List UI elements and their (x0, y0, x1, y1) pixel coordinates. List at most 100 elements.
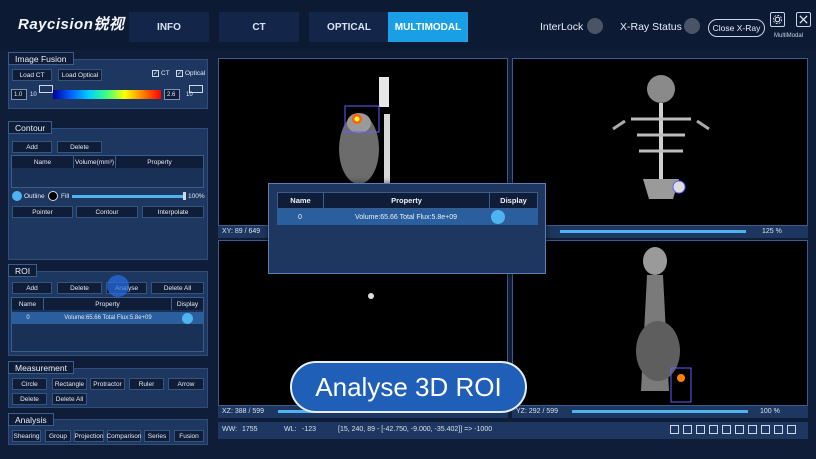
xray-status-indicator (684, 18, 700, 34)
arrow-tool-button[interactable]: Arrow (168, 378, 204, 390)
colormap-handle-left[interactable] (39, 85, 53, 93)
outline-toggle[interactable] (12, 191, 22, 201)
image-icon[interactable] (683, 425, 692, 434)
tab-multimodal[interactable]: MULTIMODAL (388, 12, 468, 42)
ct-min-input[interactable]: 1.0 (11, 89, 27, 100)
optical-min-input[interactable]: 2.6 (164, 89, 180, 100)
skeleton-projection-image (612, 75, 710, 199)
click-highlight (107, 275, 129, 297)
roi-row-name: 0 (26, 315, 30, 321)
popup-col-property: Property (324, 193, 490, 208)
contour-tool-button[interactable]: Contour (76, 206, 138, 218)
measurement-delete-all-button[interactable]: Delete All (52, 393, 87, 405)
image-fusion-panel (8, 59, 208, 109)
roi-delete-all-button[interactable]: Delete All (151, 282, 204, 294)
viewport-top-right[interactable] (512, 58, 808, 226)
col-volume: Volume(mm³) (74, 156, 116, 168)
tab-info[interactable]: INFO (129, 12, 209, 42)
series-button[interactable]: Series (144, 430, 170, 442)
shearing-button[interactable]: Shearing (12, 430, 41, 442)
fill-label: Fill (61, 193, 70, 200)
interlock-label: InterLock (540, 21, 584, 33)
tools-icon[interactable] (787, 425, 796, 434)
popup-table-header: Name Property Display (277, 192, 538, 209)
status-bar: WW: 1755 WL: -123 [15, 240, 89 - [-42.75… (218, 422, 808, 439)
crop-icon[interactable] (670, 425, 679, 434)
roi-delete-button[interactable]: Delete (57, 282, 102, 294)
contour-title: Contour (8, 121, 53, 134)
zoom-slider-bottom[interactable] (572, 410, 748, 413)
tab-optical[interactable]: OPTICAL (309, 12, 389, 42)
optical-checkbox-label: Optical (185, 70, 206, 77)
table-row[interactable]: 0 Volume:65.66 Total Flux:5.8e+09 (12, 312, 203, 324)
xray-status-label: X-Ray Status (620, 21, 682, 33)
opacity-slider-handle[interactable] (183, 192, 186, 200)
ct-max-label: 10 (30, 91, 37, 98)
optical-checkbox[interactable]: ✓ Optical (176, 70, 205, 77)
roi-col-name: Name (12, 298, 44, 310)
fusion-button[interactable]: Fusion (174, 430, 204, 442)
xy-slice-label: XY: 89 / 649 (222, 228, 261, 235)
viewport-bottom-right[interactable] (512, 240, 808, 406)
roi-table: Name Property Display 0 Volume:65.66 Tot… (11, 297, 204, 352)
yz-slice-label: YZ: 292 / 599 (516, 408, 559, 415)
viewport-top-right-footer: 125 % (512, 226, 808, 238)
image-icon-2[interactable] (696, 425, 705, 434)
measurement-delete-button[interactable]: Delete (12, 393, 47, 405)
comparison-button[interactable]: Comparison (106, 430, 142, 442)
projection-button[interactable]: Projection (74, 430, 104, 442)
analysis-title: Analysis (8, 413, 54, 426)
rectangle-tool-button[interactable]: Rectangle (52, 378, 87, 390)
ct-checkbox[interactable]: ✓ CT (152, 70, 170, 77)
roi-col-property: Property (44, 298, 172, 310)
tab-ct[interactable]: CT (219, 12, 299, 42)
opacity-value: 100% (188, 193, 205, 200)
contour-table-header: Name Volume(mm³) Property (12, 156, 203, 168)
protractor-tool-button[interactable]: Protractor (90, 378, 125, 390)
ww-value: 1755 (242, 426, 258, 433)
opacity-slider[interactable] (72, 195, 186, 198)
fill-toggle[interactable] (48, 191, 58, 201)
col-property: Property (147, 158, 172, 166)
load-ct-button[interactable]: Load CT (12, 69, 52, 81)
interpolate-button[interactable]: Interpolate (142, 206, 204, 218)
image-icon-3[interactable] (761, 425, 770, 434)
cursor-info: [15, 240, 89 - [-42.750, -9.000, -35.402… (338, 426, 493, 433)
top-right-zoom-label: 125 % (762, 228, 782, 235)
contour-delete-button[interactable]: Delete (57, 141, 102, 153)
colormap-bar[interactable] (53, 90, 161, 99)
pointer-button[interactable]: Pointer (12, 206, 73, 218)
col-name: Name (12, 156, 74, 168)
image-icon-4[interactable] (774, 425, 783, 434)
roi-row-display-toggle[interactable] (172, 312, 203, 324)
layout-icon-2[interactable] (722, 425, 731, 434)
bottom-right-zoom-label: 100 % (760, 408, 780, 415)
popup-row-property: Volume:65.66 Total Flux:5.8e+09 (354, 213, 458, 221)
outline-label: Outline (24, 193, 45, 200)
grid-icon[interactable] (735, 425, 744, 434)
optical-max-label: 10 (186, 91, 193, 98)
roi-row-property: Volume:65.66 Total Flux:5.8e+09 (64, 315, 152, 321)
group-button[interactable]: Group (45, 430, 71, 442)
settings-icon[interactable] (770, 12, 785, 27)
table-row[interactable]: 0 Volume:65.66 Total Flux:5.8e+09 (277, 209, 538, 225)
close-xray-button[interactable]: Close X-Ray (708, 19, 765, 37)
popup-row-name: 0 (298, 213, 302, 221)
load-optical-button[interactable]: Load Optical (58, 69, 102, 81)
layout-icon[interactable] (709, 425, 718, 434)
popup-col-name: Name (278, 193, 324, 208)
zoom-slider-top[interactable] (560, 230, 746, 233)
grid-icon-2[interactable] (748, 425, 757, 434)
roi-add-button[interactable]: Add (12, 282, 52, 294)
circle-tool-button[interactable]: Circle (12, 378, 47, 390)
popup-display-toggle[interactable] (489, 209, 538, 225)
roi-title: ROI (8, 264, 38, 277)
roi-analysis-popup: Name Property Display 0 Volume:65.66 Tot… (268, 183, 546, 274)
measurement-title: Measurement (8, 361, 74, 374)
app-window: Raycision锐视 INFO CT OPTICAL MULTIMODAL I… (0, 0, 816, 459)
close-icon[interactable] (796, 12, 811, 27)
sagittal-slice-image (636, 247, 692, 403)
ruler-tool-button[interactable]: Ruler (129, 378, 164, 390)
contour-add-button[interactable]: Add (12, 141, 52, 153)
xz-slice-label: XZ: 388 / 599 (222, 408, 265, 415)
